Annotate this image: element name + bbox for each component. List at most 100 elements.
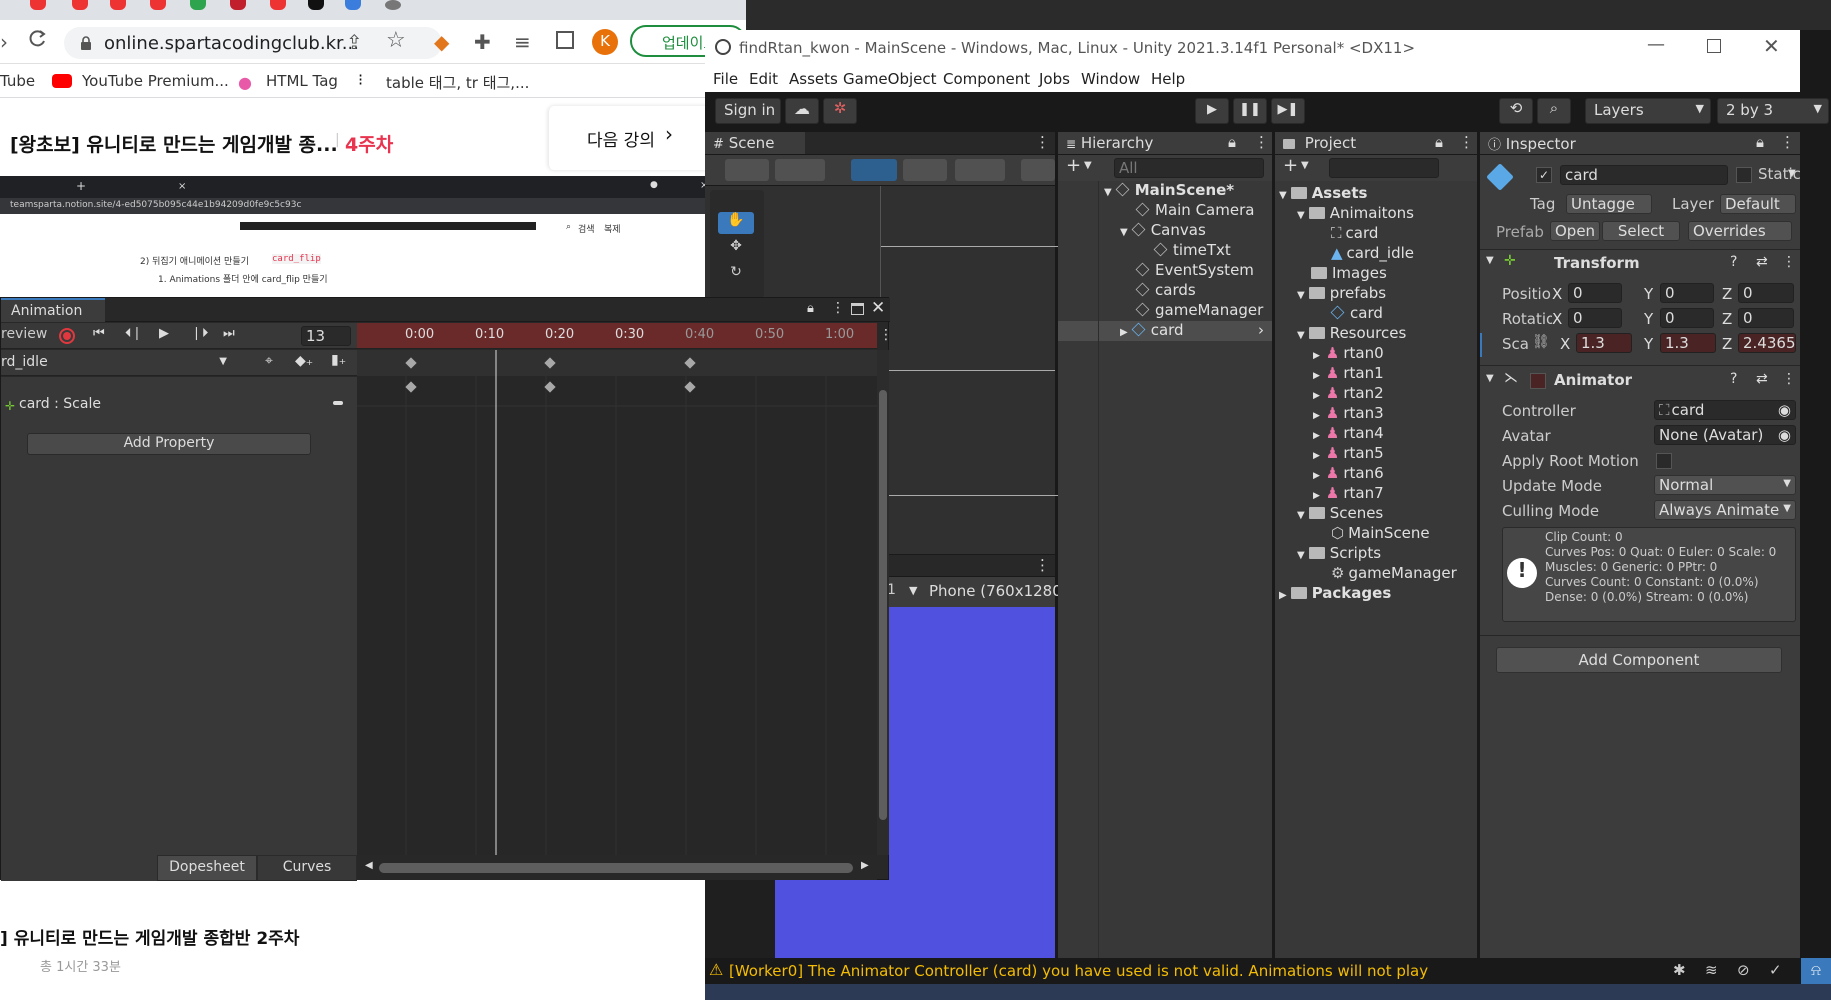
lock-icon[interactable]: 🔒︎ [1228,133,1236,151]
draw-mode-dropdown[interactable] [725,159,769,181]
camera-dropdown[interactable] [1021,159,1055,181]
tab-favicon[interactable] [72,0,88,10]
timeline-ruler[interactable]: 0:00 0:10 0:20 0:30 0:40 0:50 1:00 ⋮ [357,323,893,349]
forward-icon[interactable]: › [0,30,8,54]
grid-dropdown[interactable] [955,159,1005,181]
maximize-icon[interactable] [1707,39,1721,53]
hierarchy-item[interactable]: gameManager [1135,301,1263,321]
tab-project[interactable]: Project [1275,132,1477,154]
new-tab-icon[interactable]: + [76,179,86,193]
menu-edit[interactable]: Edit [749,70,778,88]
expand-arrow-icon[interactable]: ▼ [1297,330,1305,341]
expand-arrow-icon[interactable]: ▼ [1486,373,1494,384]
cloud-icon[interactable]: ☁ [785,98,819,124]
prefab-select-button[interactable]: Select [1602,221,1680,241]
project-item[interactable]: ⚙ gameManager [1331,564,1457,584]
animator-enabled-checkbox[interactable] [1530,373,1546,389]
scrollbar-thumb[interactable] [879,390,887,820]
add-keyframe-icon[interactable]: ◆₊ [295,353,313,369]
hierarchy-item[interactable]: EventSystem [1135,261,1254,281]
project-item[interactable]: ▶ ♟ rtan2 [1313,384,1384,404]
project-item[interactable]: ▶ ♟ rtan6 [1313,464,1384,484]
step-button[interactable]: ▶❚ [1271,98,1305,124]
notification-icon[interactable]: ⍾ [1801,958,1831,984]
menu-help[interactable]: Help [1151,70,1185,88]
first-keyframe-icon[interactable]: ⏮ [93,326,105,341]
help-icon[interactable]: ? [1730,371,1737,387]
share-icon[interactable]: ⇪ [346,30,363,54]
x-label[interactable]: X [1552,310,1562,328]
lock-icon[interactable]: 🔒︎ [1756,133,1764,151]
more-icon[interactable]: ⋮ [831,300,845,316]
move-tool-icon[interactable]: ✥ [718,238,754,260]
status-message[interactable]: [Worker0] The Animator Controller (card)… [729,962,1428,980]
expand-arrow-icon[interactable]: ▼ [1279,190,1287,201]
expand-arrow-icon[interactable]: ▶ [1313,451,1320,461]
preset-icon[interactable]: ⇄ [1756,254,1768,270]
add-component-button[interactable]: Add Component [1496,647,1782,673]
expand-arrow-icon[interactable]: ▶ [1313,471,1320,481]
hierarchy-item[interactable]: ▼ MainScene* [1104,181,1234,201]
chevron-down-icon[interactable]: ▼ [1084,160,1092,171]
tab-favicon[interactable] [270,0,286,10]
expand-arrow-icon[interactable]: ▼ [1104,187,1112,198]
notion-search[interactable]: 검색 [578,222,595,235]
rotate-tool-icon[interactable]: ↻ [718,264,754,286]
curves-tab[interactable]: Curves [257,855,357,881]
search-icon[interactable]: ⌕ [566,222,571,232]
project-item[interactable]: ▼ Scripts [1297,544,1381,564]
lock-icon[interactable]: 🔒︎ [1435,133,1443,151]
add-icon[interactable]: + [1066,155,1081,176]
remove-property-icon[interactable] [333,401,343,405]
rotation-x-input[interactable]: 0 [1568,308,1622,328]
scale-y-input[interactable]: 1.3 [1660,333,1716,353]
object-name-input[interactable]: card [1560,165,1728,185]
chevron-down-icon[interactable]: ▼ [909,584,917,597]
position-x-input[interactable]: 0 [1568,283,1622,303]
minimize-icon[interactable]: — [1647,34,1665,55]
tab-favicon[interactable] [230,0,246,10]
tab-favicon[interactable] [150,0,166,10]
profile-avatar[interactable]: K [592,29,618,55]
more-icon[interactable]: ⋮ [1254,133,1269,151]
project-item[interactable]: ▼ Scenes [1297,504,1383,524]
notion-copy[interactable]: 복제 [604,222,621,235]
preset-icon[interactable]: ⇄ [1756,371,1768,387]
position-y-input[interactable]: 0 [1660,283,1714,303]
layout-dropdown[interactable]: 2 by 3 ▼ [1717,98,1829,124]
tab-favicon[interactable] [30,0,46,10]
expand-arrow-icon[interactable]: ▼ [1297,550,1305,561]
z-label[interactable]: Z [1722,335,1732,353]
expand-arrow-icon[interactable]: ▶ [1313,431,1320,441]
tab-animation[interactable]: Animation [1,298,105,322]
pause-button[interactable]: ❚❚ [1233,98,1267,124]
project-item[interactable]: ▶ ♟ rtan3 [1313,404,1384,424]
bookmark-item[interactable]: YouTube Premium... [82,72,229,90]
prefab-open-button[interactable]: Open [1550,221,1600,241]
menu-file[interactable]: File [713,70,738,88]
check-icon[interactable]: ✓ [1769,961,1782,979]
horizontal-scrollbar[interactable]: ◀ ▶ [357,856,877,880]
property-name[interactable]: card : Scale [19,396,101,412]
object-picker-icon[interactable]: ◉ [1778,426,1791,444]
apply-root-motion-checkbox[interactable] [1656,453,1672,469]
more-icon[interactable]: ⋮ [1459,133,1474,151]
project-item[interactable]: ⛶ card [1331,224,1378,244]
tag-dropdown[interactable]: Untagge [1566,194,1652,214]
last-keyframe-icon[interactable]: ⏭ [223,326,235,341]
expand-arrow-icon[interactable]: ▼ [1297,290,1305,301]
filter-icon[interactable]: ⌖ [265,353,273,369]
project-item[interactable]: ▼ prefabs [1297,284,1386,304]
add-property-button[interactable]: Add Property [27,433,311,455]
expand-arrow-icon[interactable]: ▶ [1313,491,1320,501]
project-item[interactable]: ▶ ♟ rtan1 [1313,364,1384,384]
extensions-icon[interactable]: ✚ [474,30,491,54]
x-label[interactable]: X [1552,285,1562,303]
more-icon[interactable]: ⋮ [1035,556,1050,574]
clip-dropdown[interactable]: rd_idle ▼ [1,352,233,374]
lock-icon[interactable]: 🔒︎ [807,301,814,316]
expand-arrow-icon[interactable]: ▼ [1297,210,1305,221]
hierarchy-item[interactable]: timeTxt [1153,241,1231,261]
chevron-down-icon[interactable]: ▼ [1301,160,1309,171]
expand-arrow-icon[interactable]: ▼ [1120,227,1128,238]
